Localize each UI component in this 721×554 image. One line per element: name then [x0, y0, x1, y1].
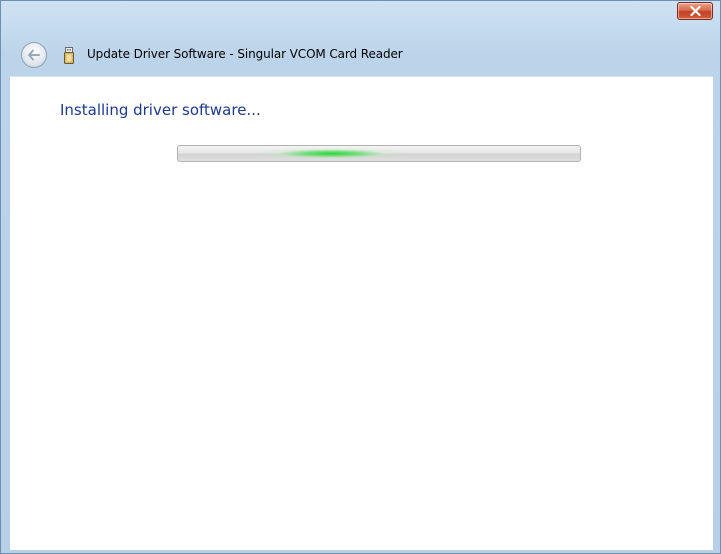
content-panel: Installing driver software...: [10, 76, 713, 550]
dialog-window: Update Driver Software - Singular VCOM C…: [0, 0, 721, 554]
progress-marquee: [256, 146, 406, 161]
back-arrow-icon: [28, 49, 40, 61]
back-button[interactable]: [21, 42, 47, 68]
usb-device-icon: [64, 47, 74, 64]
install-progress-bar: [177, 145, 581, 162]
page-heading: Installing driver software...: [60, 101, 261, 119]
close-icon: [689, 6, 701, 16]
close-button[interactable]: [677, 2, 713, 20]
window-title: Update Driver Software - Singular VCOM C…: [87, 47, 403, 61]
dialog-header: Update Driver Software - Singular VCOM C…: [1, 40, 720, 74]
